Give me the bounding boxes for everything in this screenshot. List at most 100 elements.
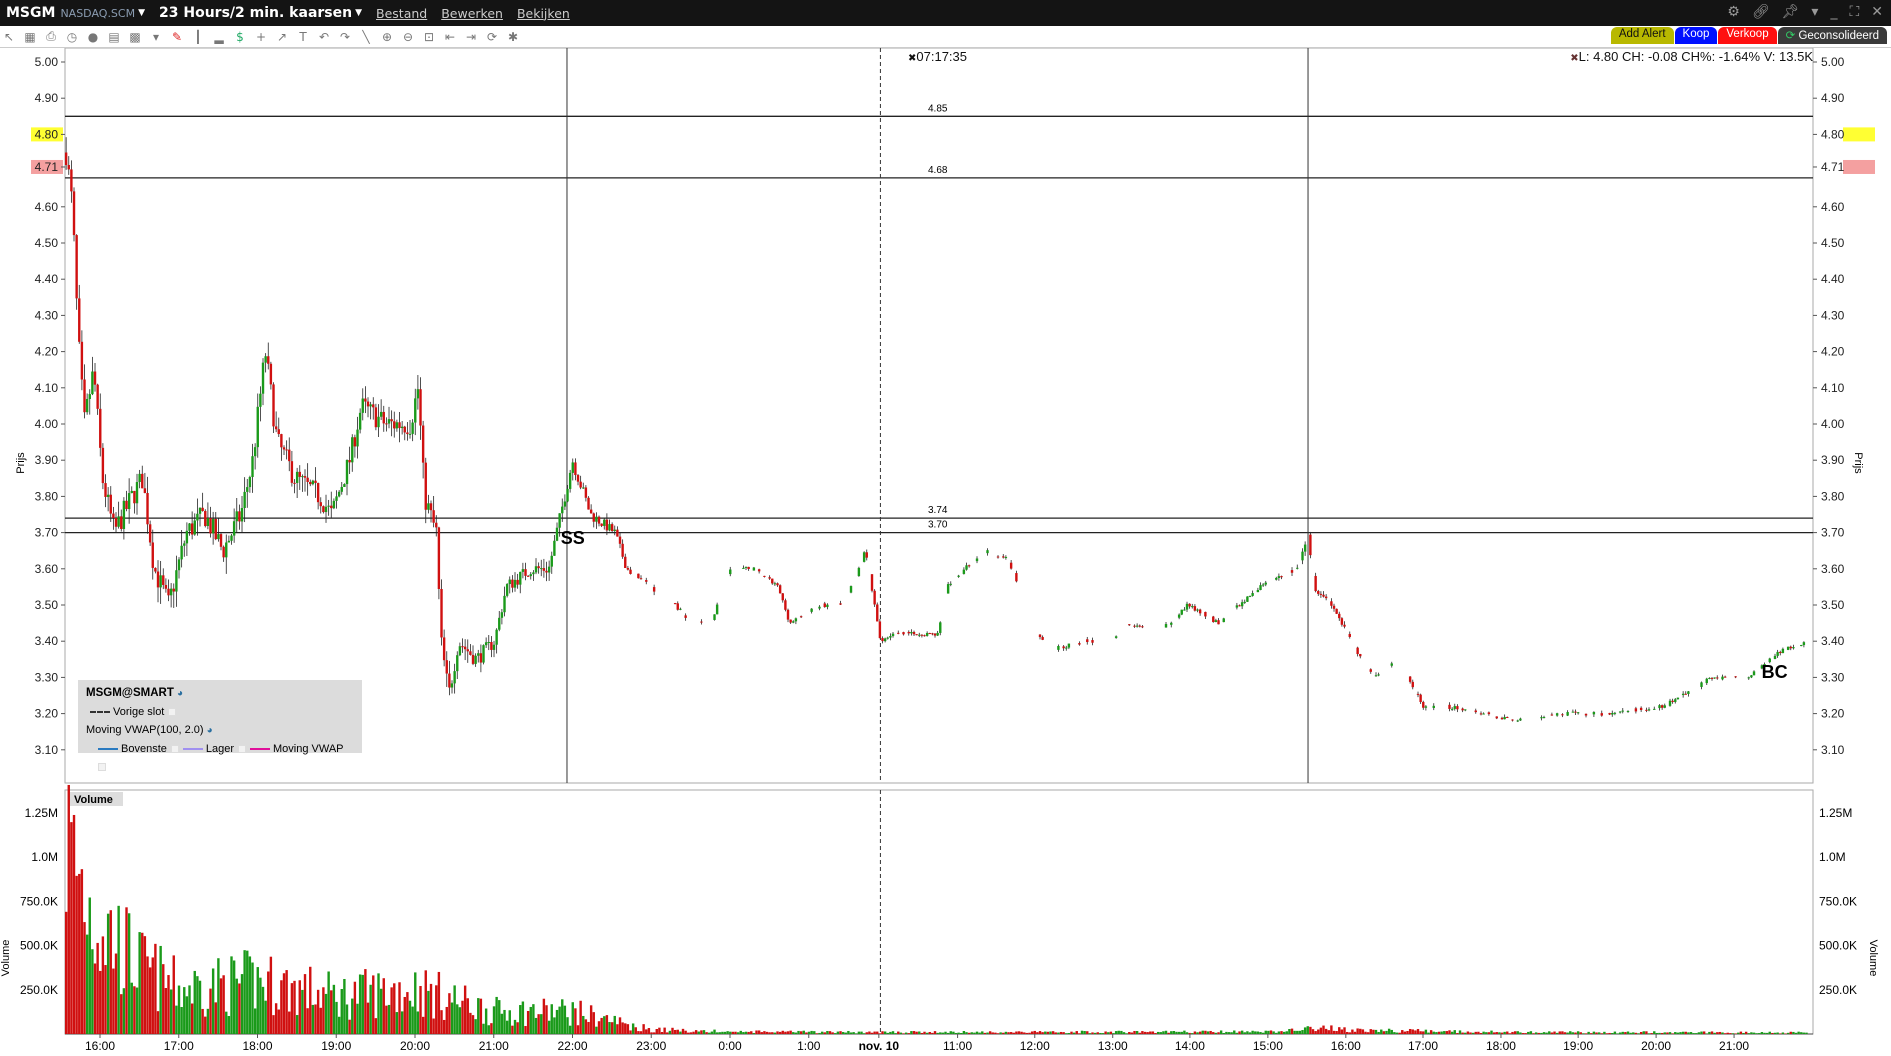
chevron-down-icon[interactable]: ▾	[1811, 4, 1818, 20]
zoom-in-icon[interactable]: ⊕	[380, 30, 394, 44]
buy-button[interactable]: Koop	[1674, 27, 1718, 44]
volume-bar	[1314, 1031, 1317, 1034]
zoom-out-icon[interactable]: ⊖	[401, 30, 415, 44]
volume-tick-label: 750.0K	[1819, 894, 1857, 908]
symbol[interactable]: MSGM	[6, 5, 55, 21]
volume-bar	[416, 1011, 420, 1034]
checkbox[interactable]	[168, 708, 177, 717]
candle-body	[610, 524, 614, 531]
candle-body	[1204, 611, 1207, 617]
symbol-dropdown-icon[interactable]: ▼	[138, 8, 145, 18]
candle-body	[332, 500, 336, 509]
redo-icon[interactable]: ↷	[338, 30, 352, 44]
candle-body	[175, 570, 178, 592]
volume-bar	[1477, 1031, 1480, 1034]
candle-body	[219, 534, 223, 547]
trendline-icon[interactable]: ╲	[359, 30, 373, 44]
close-icon[interactable]: ✕	[1871, 4, 1883, 20]
volume-bar	[645, 1029, 648, 1034]
link-icon[interactable]: 🔗︎	[1752, 4, 1770, 20]
close-icon[interactable]: ✖	[1570, 53, 1578, 64]
arrow-icon[interactable]: ↗	[275, 30, 289, 44]
checkbox[interactable]	[238, 745, 247, 754]
add-alert-button[interactable]: Add Alert	[1610, 27, 1674, 44]
candle-body	[1057, 645, 1060, 650]
gear-icon[interactable]: ⚙	[1727, 4, 1740, 20]
volume-bar	[1345, 1031, 1349, 1034]
volume-bar	[1049, 1031, 1052, 1034]
candle-body	[1779, 651, 1782, 654]
menu-bestand[interactable]: Bestand	[376, 6, 427, 21]
dropdown-icon[interactable]: ▾	[149, 30, 163, 44]
candle-body	[778, 585, 782, 594]
minimize-icon[interactable]: _	[1830, 4, 1837, 20]
print-icon[interactable]: ⎙	[44, 29, 58, 44]
candle-body	[440, 588, 443, 638]
volume-bar	[1582, 1033, 1585, 1034]
crosshair-icon[interactable]: +	[254, 30, 268, 44]
volume-bar	[1317, 1029, 1320, 1034]
settings-icon[interactable]: ✱	[506, 30, 520, 44]
sell-button[interactable]: Verkoop	[1718, 27, 1777, 44]
volume-bar	[458, 1007, 462, 1034]
chart-type-icon[interactable]: ▩	[128, 30, 142, 44]
globe-icon[interactable]: ◕	[207, 725, 213, 736]
dollar-icon[interactable]: $	[233, 30, 247, 44]
pin-icon[interactable]: 📌︎	[1782, 4, 1800, 20]
legend-indicator: Moving VWAP(100, 2.0)	[86, 724, 204, 736]
consolidated-button[interactable]: ⟳ Geconsolideerd	[1777, 27, 1887, 44]
layout-icon[interactable]: ▤	[107, 30, 121, 44]
grid-icon[interactable]: ▦	[23, 30, 37, 44]
fit-icon[interactable]: ⊡	[422, 30, 436, 44]
period-selector[interactable]: 23 Hours/2 min. kaarsen	[159, 5, 352, 21]
volume-bar	[377, 973, 380, 1034]
checkbox[interactable]	[170, 745, 179, 754]
maximize-icon[interactable]: ⛶	[1849, 4, 1859, 20]
candle-body	[67, 164, 70, 170]
crosshair-time-label: 07:17:35	[916, 49, 967, 64]
refresh-icon[interactable]: ⟳	[485, 30, 499, 44]
candle-body	[164, 584, 168, 589]
globe-icon[interactable]: ◕	[177, 688, 183, 699]
volume-bar	[928, 1031, 931, 1034]
volume-icon[interactable]: ▂	[212, 30, 226, 44]
candle-body	[1660, 705, 1664, 708]
scroll-left-icon[interactable]: ⇤	[443, 30, 457, 44]
candle-body	[1747, 677, 1750, 679]
candle-body	[1566, 712, 1569, 716]
pencil-icon[interactable]: ✎	[170, 30, 184, 44]
volume-bar	[80, 869, 84, 1034]
candle-body	[513, 579, 517, 588]
bars-icon[interactable]: ┃	[191, 30, 205, 44]
candle-body	[490, 642, 493, 650]
price-tick-label: 3.30	[35, 670, 59, 684]
undo-icon[interactable]: ↶	[317, 30, 331, 44]
candle-body	[366, 401, 370, 407]
volume-bar	[1254, 1031, 1257, 1034]
candle-body	[1141, 626, 1144, 628]
candle-body	[1317, 591, 1320, 594]
candle-body	[773, 583, 777, 585]
candle-body	[148, 524, 152, 543]
price-chart[interactable]: 5.00 5.00 4.90 4.90 4.80 4.80 4.71 4.71 4.60 4.60…	[0, 48, 1891, 1056]
volume-bar	[369, 984, 372, 1034]
circle-icon[interactable]: ●	[86, 30, 100, 44]
period-dropdown-icon[interactable]: ▼	[355, 8, 362, 18]
candle-body	[1374, 675, 1378, 677]
clock-icon[interactable]: ◷	[65, 30, 79, 44]
cursor-icon[interactable]: ↖	[2, 30, 16, 44]
candle-body	[1781, 648, 1785, 654]
candle-body	[1516, 720, 1519, 722]
candle-body	[96, 384, 99, 409]
scroll-right-icon[interactable]: ⇥	[464, 30, 478, 44]
candle-body	[1802, 642, 1806, 646]
candle-body	[1277, 576, 1281, 579]
candle-body	[1608, 712, 1611, 715]
menu-bewerken[interactable]: Bewerken	[441, 6, 503, 21]
volume-bar	[243, 950, 246, 1034]
menu-bekijken[interactable]: Bekijken	[517, 6, 570, 21]
volume-bar	[1574, 1032, 1577, 1034]
candle-body	[629, 569, 632, 574]
text-icon[interactable]: T	[296, 30, 310, 44]
checkbox[interactable]	[98, 763, 106, 772]
